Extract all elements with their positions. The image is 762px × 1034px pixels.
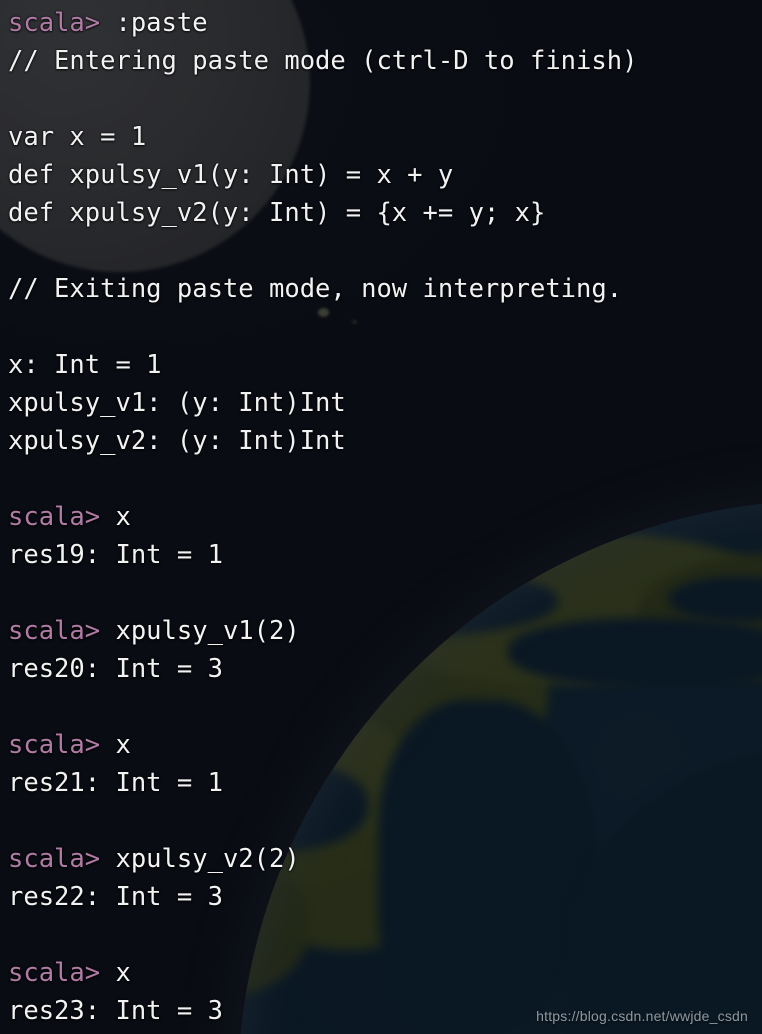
shell-prompt: scala>	[8, 8, 101, 38]
terminal-line: res19: Int = 1	[8, 540, 223, 570]
shell-prompt: scala>	[8, 616, 101, 646]
terminal-line: res21: Int = 1	[8, 768, 223, 798]
terminal-window: scala> :paste // Entering paste mode (ct…	[0, 0, 762, 1034]
watermark-url: https://blog.csdn.net/wwjde_csdn	[536, 1008, 748, 1024]
terminal-line: scala> x	[8, 726, 762, 764]
terminal-line: res22: Int = 3	[8, 882, 223, 912]
shell-prompt: scala>	[8, 502, 101, 532]
terminal-line: // Entering paste mode (ctrl-D to finish…	[8, 46, 638, 76]
terminal-line: res20: Int = 3	[8, 654, 223, 684]
shell-command: :paste	[100, 8, 208, 38]
terminal-line: scala> x	[8, 498, 762, 536]
shell-command: x	[100, 958, 131, 988]
shell-command: x	[100, 730, 131, 760]
terminal-line: // Exiting paste mode, now interpreting.	[8, 274, 623, 304]
shell-prompt: scala>	[8, 958, 101, 988]
terminal-line: xpulsy_v1: (y: Int)Int	[8, 388, 346, 418]
terminal-line: def xpulsy_v2(y: Int) = {x += y; x}	[8, 198, 546, 228]
terminal-line: scala> :paste	[8, 4, 762, 42]
shell-command: xpulsy_v1(2)	[100, 616, 300, 646]
terminal-line: scala> x	[8, 954, 762, 992]
shell-prompt: scala>	[8, 844, 101, 874]
shell-command: x	[100, 502, 131, 532]
shell-prompt: scala>	[8, 730, 101, 760]
terminal-line: var x = 1	[8, 122, 147, 152]
terminal-line: def xpulsy_v1(y: Int) = x + y	[8, 160, 454, 190]
shell-command: xpulsy_v2(2)	[100, 844, 300, 874]
terminal-output-area[interactable]: scala> :paste // Entering paste mode (ct…	[0, 0, 762, 1034]
terminal-line: scala> xpulsy_v2(2)	[8, 840, 762, 878]
terminal-line: scala> xpulsy_v1(2)	[8, 612, 762, 650]
terminal-line: x: Int = 1	[8, 350, 162, 380]
terminal-line: xpulsy_v2: (y: Int)Int	[8, 426, 346, 456]
